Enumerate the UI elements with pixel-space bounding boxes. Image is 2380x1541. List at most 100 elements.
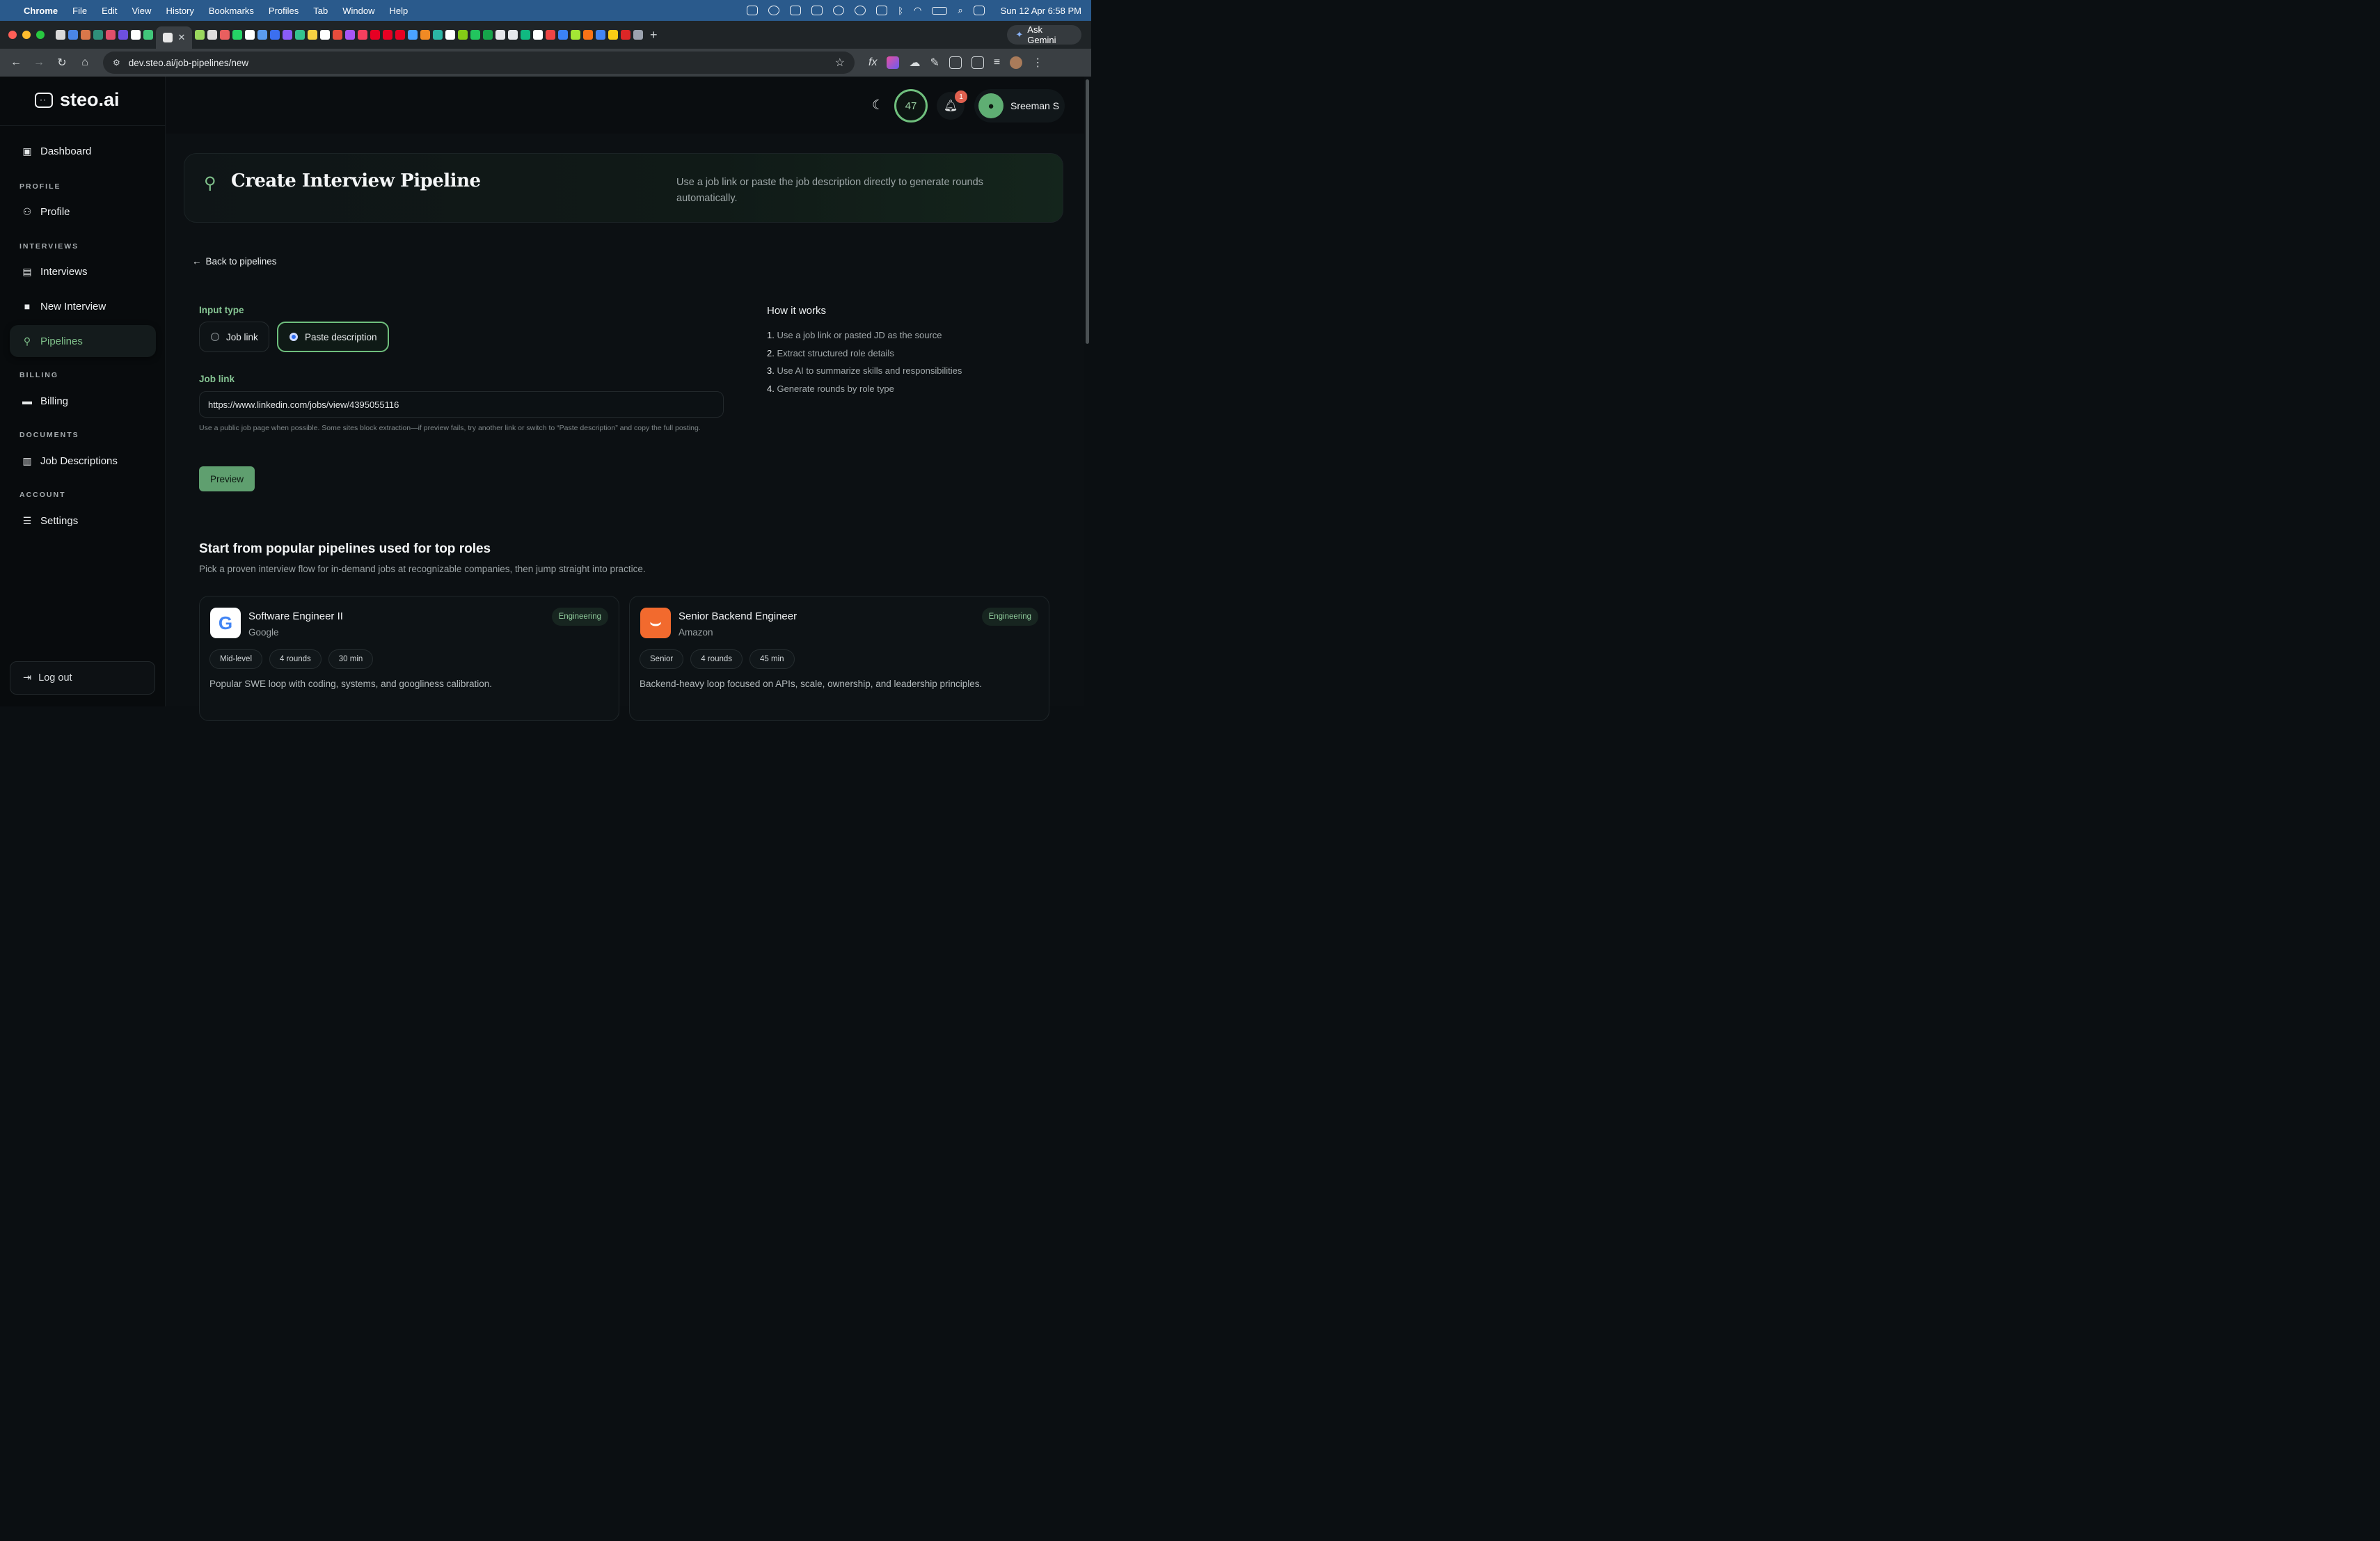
tab-favicon-icon[interactable]	[93, 30, 103, 40]
new-tab-icon[interactable]: +	[650, 28, 658, 42]
back-to-pipelines-link[interactable]: ← Back to pipelines	[192, 256, 277, 267]
preview-button[interactable]: Preview	[199, 466, 255, 491]
menu-tab[interactable]: Tab	[313, 6, 328, 16]
sidebar-item-billing[interactable]: ▬ Billing	[10, 385, 156, 417]
tab-favicon-icon[interactable]	[345, 30, 355, 40]
puzzle-icon[interactable]	[949, 56, 962, 69]
menu-bookmarks[interactable]: Bookmarks	[209, 6, 254, 16]
tab-favicon-icon[interactable]	[633, 30, 643, 40]
radio-job-link[interactable]: Job link	[199, 322, 269, 352]
tab-favicon-icon[interactable]	[546, 30, 555, 40]
tab-favicon-icon[interactable]	[395, 30, 405, 40]
tab-favicon-icon[interactable]	[521, 30, 530, 40]
tab-favicon-icon[interactable]	[131, 30, 141, 40]
sidebar-item-pipelines[interactable]: ⚲ Pipelines	[10, 325, 156, 357]
reload-icon[interactable]: ↻	[54, 55, 70, 70]
window-icon[interactable]	[811, 6, 823, 15]
profile-avatar-icon[interactable]	[1010, 56, 1023, 69]
user-menu[interactable]: ● Sreeman S	[974, 89, 1065, 123]
focus-icon[interactable]	[833, 6, 845, 15]
sidebar-item-profile[interactable]: ⚇ Profile	[10, 196, 156, 228]
tab-favicon-icon[interactable]	[106, 30, 116, 40]
tab-favicon-icon[interactable]	[56, 30, 65, 40]
tab-favicon-icon[interactable]	[270, 30, 280, 40]
pen-extension-icon[interactable]: ✎	[930, 56, 939, 70]
tab-favicon-icon[interactable]	[508, 30, 518, 40]
tab-favicon-icon[interactable]	[558, 30, 568, 40]
logo[interactable]: steo.ai	[35, 89, 120, 111]
sidebar-item-new-interview[interactable]: ■ New Interview	[10, 290, 156, 322]
tab-favicon-icon[interactable]	[358, 30, 367, 40]
menu-help[interactable]: Help	[390, 6, 408, 16]
sidebar-item-settings[interactable]: ☰ Settings	[10, 505, 156, 537]
bookmark-star-icon[interactable]: ☆	[835, 56, 845, 70]
tab-favicon-icon[interactable]	[420, 30, 430, 40]
ask-gemini-button[interactable]: ✦ Ask Gemini	[1007, 24, 1081, 45]
tab-favicon-icon[interactable]	[207, 30, 217, 40]
pipeline-card-amazon[interactable]: ⌣ Senior Backend Engineer Amazon Enginee…	[629, 596, 1049, 721]
site-info-icon[interactable]: ⚙	[113, 58, 120, 68]
tab-favicon-icon[interactable]	[533, 30, 543, 40]
tab-favicon-icon[interactable]	[596, 30, 605, 40]
tab-search-icon[interactable]	[971, 56, 984, 69]
tab-favicon-icon[interactable]	[621, 30, 630, 40]
tab-favicon-icon[interactable]	[583, 30, 593, 40]
active-tab[interactable]: ✕	[156, 26, 192, 49]
back-arrow-icon[interactable]: ←	[8, 55, 24, 70]
address-bar[interactable]: ⚙ dev.steo.ai/job-pipelines/new ☆	[103, 52, 855, 74]
sidebar-item-interviews[interactable]: ▤ Interviews	[10, 255, 156, 287]
tab-favicon-icon[interactable]	[483, 30, 493, 40]
close-window-button[interactable]	[8, 31, 17, 39]
tab-favicon-icon[interactable]	[232, 30, 242, 40]
tab-favicon-icon[interactable]	[295, 30, 305, 40]
minimize-window-button[interactable]	[22, 31, 31, 39]
menubar-clock[interactable]: Sun 12 Apr 6:58 PM	[1001, 6, 1081, 16]
url-text[interactable]: dev.steo.ai/job-pipelines/new	[129, 58, 248, 68]
tab-favicon-icon[interactable]	[118, 30, 128, 40]
chrome-menu-icon[interactable]: ⋮	[1032, 56, 1043, 70]
tab-favicon-icon[interactable]	[283, 30, 292, 40]
cloud-extension-icon[interactable]: ☁	[909, 56, 920, 70]
job-link-input[interactable]	[199, 391, 724, 418]
menu-edit[interactable]: Edit	[102, 6, 117, 16]
radio-paste-description[interactable]: Paste description	[277, 322, 389, 352]
pipeline-card-google[interactable]: G Software Engineer II Google Engineerin…	[199, 596, 619, 721]
menu-view[interactable]: View	[132, 6, 151, 16]
tab-favicon-icon[interactable]	[408, 30, 418, 40]
wifi-icon[interactable]: ◠	[914, 5, 921, 16]
search-icon[interactable]: ⌕	[958, 5, 962, 16]
tab-favicon-icon[interactable]	[571, 30, 580, 40]
tab-favicon-icon[interactable]	[220, 30, 230, 40]
tab-favicon-icon[interactable]	[68, 30, 78, 40]
bluetooth-icon[interactable]: ᛒ	[898, 6, 903, 16]
tab-favicon-icon[interactable]	[470, 30, 480, 40]
menu-history[interactable]: History	[166, 6, 193, 16]
cloud-icon[interactable]	[768, 6, 780, 15]
tab-favicon-icon[interactable]	[320, 30, 330, 40]
dark-mode-toggle-icon[interactable]: ☾	[872, 97, 884, 113]
skype-icon[interactable]	[790, 6, 802, 15]
tab-favicon-icon[interactable]	[370, 30, 380, 40]
extension-icon[interactable]	[887, 56, 900, 69]
tab-favicon-icon[interactable]	[257, 30, 267, 40]
menu-file[interactable]: File	[72, 6, 87, 16]
score-badge[interactable]: 47	[894, 89, 928, 123]
notifications-button[interactable]: 🔔︎ 1	[937, 90, 967, 120]
menu-profiles[interactable]: Profiles	[269, 6, 299, 16]
battery-icon[interactable]	[932, 6, 948, 15]
tab-favicon-icon[interactable]	[195, 30, 205, 40]
close-tab-icon[interactable]: ✕	[178, 32, 186, 43]
tab-favicon-icon[interactable]	[143, 30, 153, 40]
page-scrollbar[interactable]	[1084, 77, 1091, 706]
forward-arrow-icon[interactable]: →	[31, 55, 47, 70]
tab-favicon-icon[interactable]	[245, 30, 255, 40]
menu-window[interactable]: Window	[342, 6, 374, 16]
tab-favicon-icon[interactable]	[433, 30, 443, 40]
tab-favicon-icon[interactable]	[445, 30, 455, 40]
formula-extension-icon[interactable]: fx	[868, 56, 877, 69]
tab-favicon-icon[interactable]	[333, 30, 342, 40]
zoom-window-button[interactable]	[36, 31, 45, 39]
grid-icon[interactable]	[876, 6, 888, 15]
tab-favicon-icon[interactable]	[608, 30, 618, 40]
menu-app-chrome[interactable]: Chrome	[24, 6, 58, 16]
